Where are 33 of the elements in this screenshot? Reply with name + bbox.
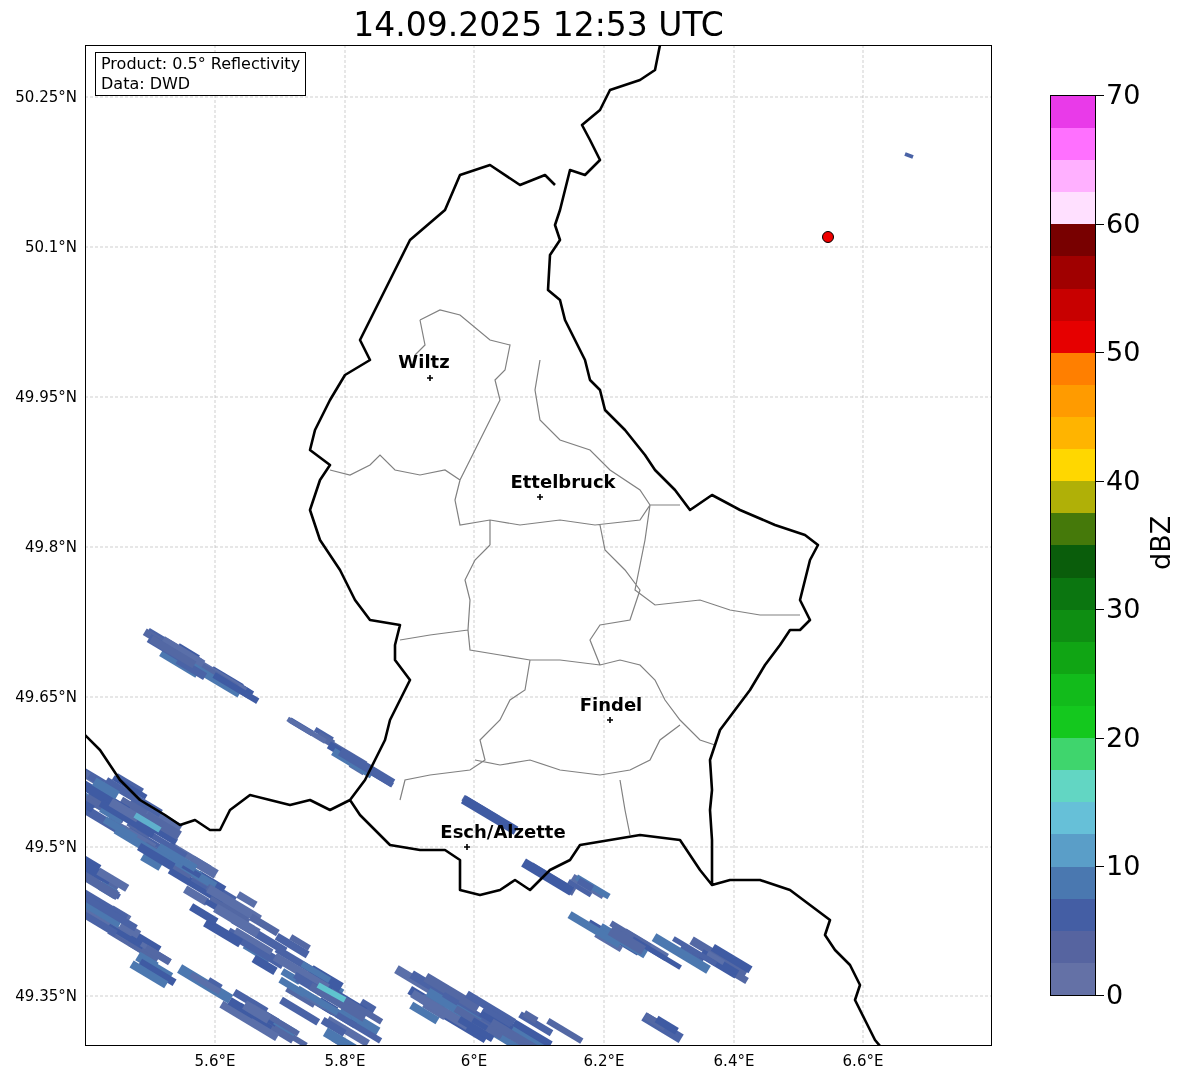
latitude-label: 50.25°N [15,88,77,106]
longitude-label: 6.2°E [583,1052,625,1070]
latitude-label: 49.95°N [15,388,77,406]
radar-site-marker [822,231,834,243]
latitude-label: 49.65°N [15,688,77,706]
chart-title: 14.09.2025 12:53 UTC [353,4,724,45]
latitude-label: 49.35°N [15,987,77,1005]
colorbar-tick-label: 60 [1106,208,1141,239]
city-marker-icon [606,716,614,724]
longitude-label: 5.6°E [194,1052,236,1070]
city-marker-icon [426,374,434,382]
city-marker-icon [536,493,544,501]
latitude-label: 49.8°N [24,538,77,556]
latitude-label: 49.5°N [24,838,77,856]
colorbar-label: dBZ [1146,515,1176,570]
city-marker-icon [463,843,471,851]
colorbar-tick-label: 70 [1106,80,1141,110]
city-label: Wiltz [398,351,450,372]
longitude-label: 6.6°E [842,1052,884,1070]
colorbar-tick-label: 20 [1106,722,1141,753]
longitude-label: 5.8°E [324,1052,366,1070]
latitude-label: 50.1°N [24,238,77,256]
city-label: Ettelbruck [510,471,616,492]
colorbar-tick-label: 40 [1106,465,1141,496]
city-label: Esch/Alzette [440,821,566,842]
info-box: Product: 0.5° Reflectivity Data: DWD [95,52,307,96]
city-label: Findel [579,694,643,715]
colorbar-tick-label: 0 [1106,980,1124,1010]
longitude-label: 6.4°E [713,1052,755,1070]
colorbar-tick-label: 50 [1106,337,1141,368]
longitude-label: 6°E [460,1052,488,1070]
colorbar-tick-label: 10 [1106,851,1141,882]
colorbar-tick-label: 30 [1106,594,1141,625]
